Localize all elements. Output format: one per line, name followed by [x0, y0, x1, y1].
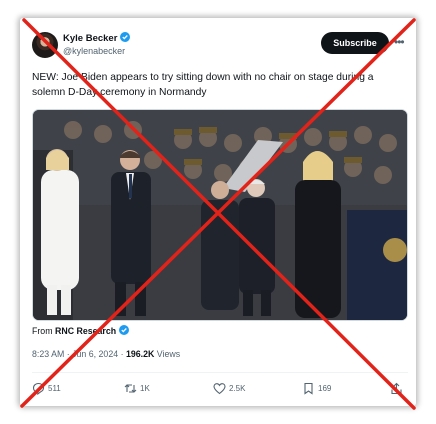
subscribe-button[interactable]: Subscribe: [321, 32, 389, 54]
bookmark-icon: [304, 382, 313, 395]
share-icon: [391, 382, 402, 395]
tweet-date[interactable]: Jun 6, 2024: [72, 349, 118, 359]
more-options-icon[interactable]: •••: [394, 35, 405, 49]
bookmark-button[interactable]: 169: [302, 382, 331, 395]
tweet-text: NEW: Joe Biden appears to try sitting do…: [32, 72, 374, 98]
ceremony-photo-illustration: [33, 110, 407, 320]
author-name[interactable]: Kyle Becker: [63, 33, 117, 44]
bookmark-count: 169: [318, 384, 332, 393]
tweet-meta: 8:23 AM · Jun 6, 2024 · 196.2K Views: [32, 349, 180, 359]
views-label: Views: [156, 349, 181, 359]
views-count: 196.2K: [125, 349, 155, 359]
reply-icon: [32, 382, 45, 395]
reply-button[interactable]: 511: [32, 382, 61, 395]
actions-divider: [32, 372, 408, 373]
meta-separator: ·: [66, 349, 70, 359]
source-name[interactable]: RNC Research: [55, 326, 116, 336]
like-button[interactable]: 2.5K: [213, 382, 245, 395]
repost-button[interactable]: 1K: [124, 382, 150, 395]
tweet-time[interactable]: 8:23 AM: [32, 349, 64, 359]
repost-icon: [124, 384, 137, 393]
tweet-photo[interactable]: [32, 109, 408, 321]
heart-icon: [213, 383, 226, 395]
reply-count: 511: [48, 384, 61, 393]
meta-separator-2: ·: [120, 349, 124, 359]
source-attribution[interactable]: From RNC Research: [32, 325, 130, 336]
repost-count: 1K: [140, 384, 150, 393]
tweet-card: Kyle Becker @kylenabecker Subscribe ••• …: [20, 18, 416, 406]
share-button[interactable]: [390, 382, 403, 395]
author-name-row[interactable]: Kyle Becker: [63, 32, 131, 44]
from-prefix: From: [32, 326, 53, 336]
author-handle[interactable]: @kylenabecker: [63, 46, 125, 56]
author-avatar[interactable]: [32, 32, 58, 58]
source-verified-badge-icon: [119, 325, 130, 335]
verified-badge-icon: [120, 32, 131, 42]
like-count: 2.5K: [229, 384, 246, 393]
